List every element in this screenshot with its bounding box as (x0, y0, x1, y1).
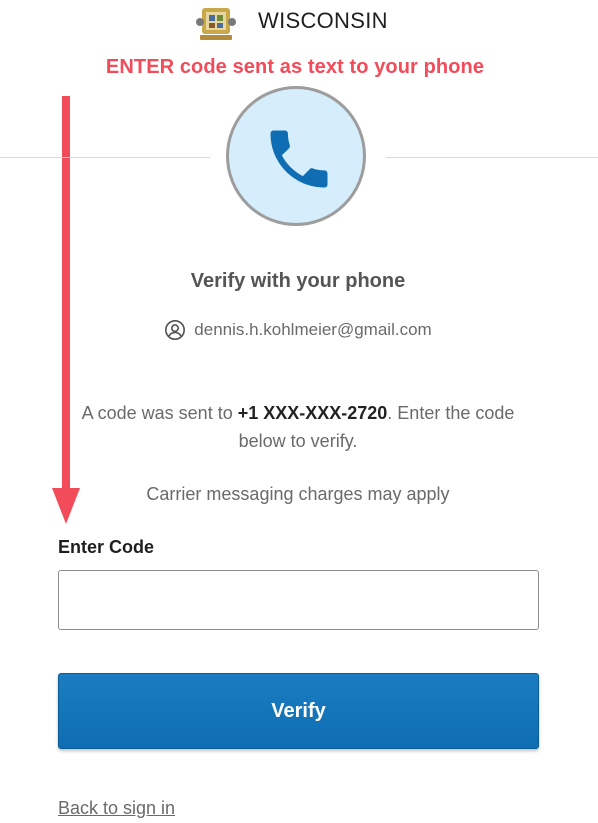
code-input[interactable] (58, 570, 539, 630)
message-prefix: A code was sent to (81, 403, 238, 423)
enter-code-label: Enter Code (58, 537, 155, 557)
user-email: dennis.h.kohlmeier@gmail.com (194, 320, 432, 339)
carrier-charges-note: Carrier messaging charges may apply (146, 484, 450, 504)
arrow-down-icon (52, 96, 80, 524)
divider-left (0, 157, 210, 158)
instruction-annotation: ENTER code sent as text to your phone (105, 56, 485, 78)
brand-name: WISCONSIN (258, 8, 388, 33)
back-to-sign-in-link[interactable]: Back to sign in (58, 798, 175, 819)
phone-icon (270, 130, 328, 188)
code-sent-message: A code was sent to +1 XXX-XXX-2720. Ente… (64, 399, 532, 455)
wisconsin-state-seal-icon (196, 8, 236, 40)
user-identity: dennis.h.kohlmeier@gmail.com (0, 318, 596, 342)
header: WISCONSIN (0, 0, 598, 44)
user-circle-icon (165, 320, 186, 340)
divider-right (386, 157, 598, 158)
phone-badge (226, 86, 366, 226)
page-title: Verify with your phone (190, 270, 406, 292)
masked-phone-number: +1 XXX-XXX-2720 (237, 403, 388, 423)
verify-button[interactable]: Verify (58, 673, 539, 749)
